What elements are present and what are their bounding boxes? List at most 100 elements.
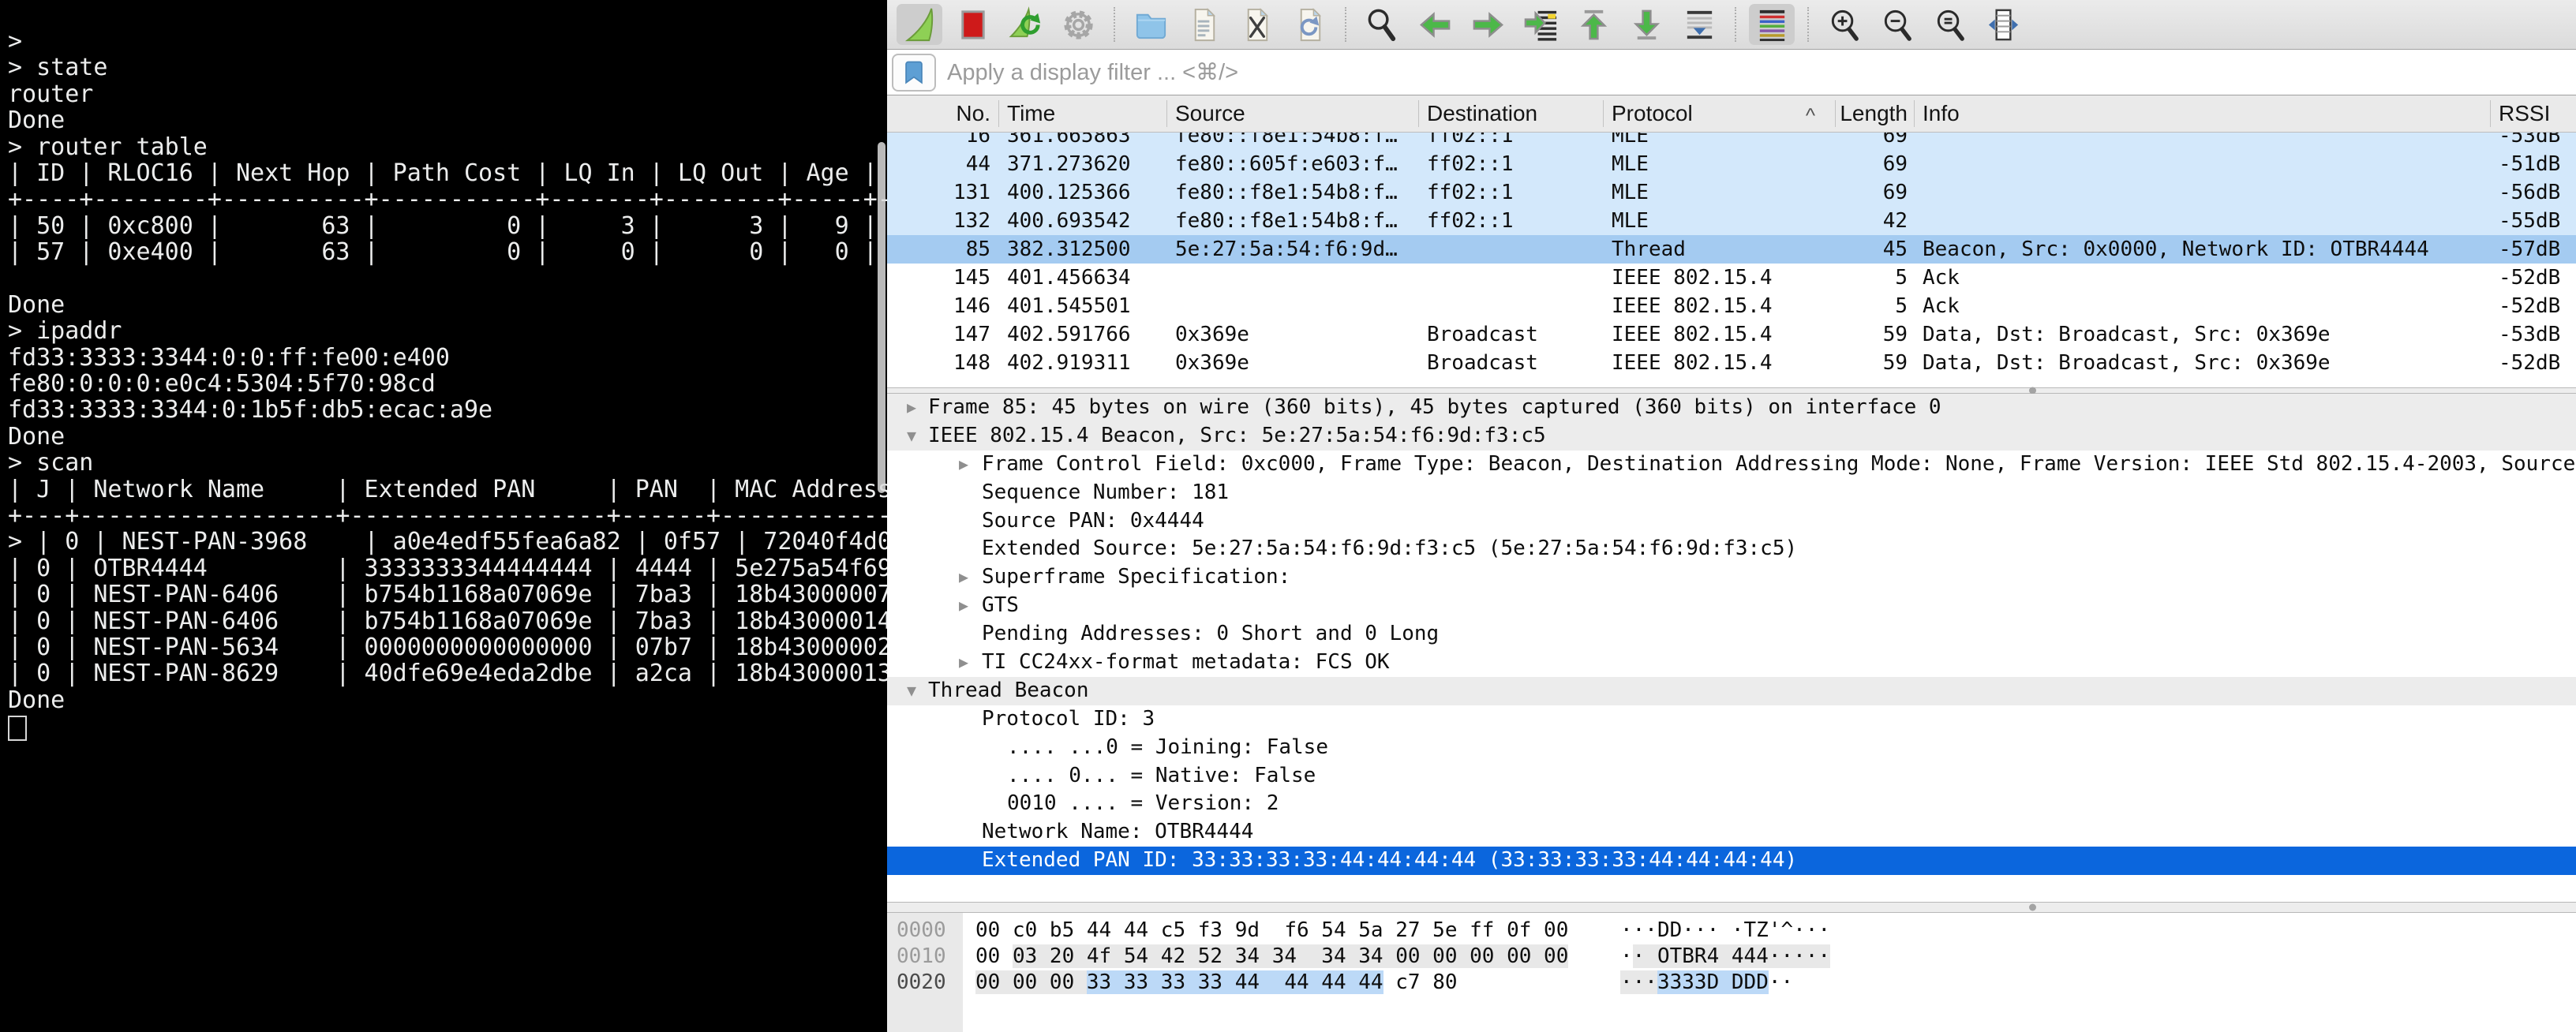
hex-offset: 0000 <box>897 918 946 944</box>
column-header-time[interactable]: Time <box>998 95 1166 132</box>
detail-text: Protocol ID: 3 <box>982 705 1155 734</box>
packet-cell-proto: MLE <box>1603 150 1835 178</box>
open-file-icon[interactable] <box>1128 4 1174 45</box>
packet-row[interactable]: 145401.456634IEEE 802.15.45Ack-52dB <box>887 264 2576 292</box>
chevron-right-icon[interactable]: ▶ <box>950 451 977 479</box>
hex-row[interactable]: 002000 00 00 33 33 33 33 44 44 44 44 c7 … <box>887 970 2576 996</box>
restart-capture-icon[interactable] <box>1002 4 1048 45</box>
column-divider[interactable] <box>1166 100 1167 127</box>
column-header-destination[interactable]: Destination <box>1418 95 1603 132</box>
zoom-out-icon[interactable] <box>1874 4 1920 45</box>
column-divider[interactable] <box>1835 100 1836 127</box>
hex-ascii: ···3333D DDD·· <box>1620 970 1793 996</box>
packet-row[interactable]: 132400.693542fe80::f8e1:54b8:f…ff02::1ML… <box>887 207 2576 235</box>
terminal-window[interactable]: >> staterouterDone> router table| ID | R… <box>0 0 887 1032</box>
column-divider[interactable] <box>998 100 999 127</box>
detail-row[interactable]: .... 0... = Native: False <box>887 762 2576 791</box>
toolbar-separator <box>1114 7 1115 42</box>
column-header-rssi[interactable]: RSSI <box>2490 95 2576 132</box>
wireshark-window: Apply a display filter ... <⌘/> No.TimeS… <box>887 0 2576 1032</box>
packet-row[interactable]: 44371.273620fe80::605f:e603:f…ff02::1MLE… <box>887 150 2576 178</box>
capture-options-icon[interactable] <box>1055 4 1101 45</box>
column-header-source[interactable]: Source <box>1166 95 1418 132</box>
detail-row[interactable]: Pending Addresses: 0 Short and 0 Long <box>887 620 2576 649</box>
column-header-info[interactable]: Info <box>1914 95 2490 132</box>
terminal-line: Done <box>8 292 887 318</box>
detail-row[interactable]: .... ...0 = Joining: False <box>887 734 2576 762</box>
detail-row[interactable]: ▼IEEE 802.15.4 Beacon, Src: 5e:27:5a:54:… <box>887 422 2576 451</box>
terminal-line: fd33:3333:3344:0:0:ff:fe00:e400 <box>8 345 887 371</box>
splitter-list-details[interactable] <box>887 387 2576 394</box>
detail-text: Extended PAN ID: 33:33:33:33:44:44:44:44… <box>982 847 1797 875</box>
hex-dump-pane[interactable]: 0000 00 c0 b5 44 44 c5 f3 9d f6 54 5a 27 … <box>887 913 2576 1032</box>
packet-cell-info: Ack <box>1914 264 2490 292</box>
chevron-down-icon[interactable]: ▼ <box>898 422 925 451</box>
next-packet-icon[interactable] <box>1465 4 1511 45</box>
chevron-right-icon[interactable]: ▶ <box>950 563 977 592</box>
stop-capture-icon[interactable] <box>949 4 995 45</box>
detail-row[interactable]: ▶TI CC24xx-format metadata: FCS OK <box>887 649 2576 677</box>
packet-row[interactable]: 148402.9193110x369eBroadcastIEEE 802.15.… <box>887 349 2576 377</box>
toolbar-separator <box>1807 7 1809 42</box>
detail-row[interactable]: ▶GTS <box>887 592 2576 620</box>
hex-ascii-segment: ··· <box>1620 970 1657 994</box>
splitter-grip[interactable] <box>2029 904 2036 911</box>
packet-row[interactable]: 147402.5917660x369eBroadcastIEEE 802.15.… <box>887 320 2576 349</box>
chevron-down-icon[interactable]: ▼ <box>898 677 925 705</box>
previous-packet-icon[interactable] <box>1412 4 1458 45</box>
column-divider[interactable] <box>1914 100 1915 127</box>
terminal-scrollbar[interactable] <box>878 142 886 493</box>
packet-cell-proto: IEEE 802.15.4 <box>1603 320 1835 349</box>
chevron-right-icon[interactable]: ▶ <box>950 649 977 677</box>
column-divider[interactable] <box>2490 100 2491 127</box>
save-file-icon[interactable] <box>1181 4 1226 45</box>
packet-cell-rssi: -52dB <box>2490 292 2576 320</box>
packet-row[interactable]: 16361.665863fe80::f8e1:54b8:f…ff02::1MLE… <box>887 133 2576 150</box>
resize-columns-icon[interactable] <box>1980 4 2026 45</box>
start-capture-icon[interactable] <box>897 4 942 45</box>
detail-row[interactable]: Sequence Number: 181 <box>887 479 2576 507</box>
detail-row[interactable]: 0010 .... = Version: 2 <box>887 790 2576 818</box>
hex-row[interactable]: 001000 03 20 4f 54 42 52 34 34 34 34 00 … <box>887 944 2576 970</box>
column-divider[interactable] <box>1418 100 1419 127</box>
packet-cell-len: 59 <box>1835 320 1914 349</box>
zoom-100-icon[interactable] <box>1927 4 1973 45</box>
detail-row[interactable]: ▼Thread Beacon <box>887 677 2576 705</box>
colorize-icon[interactable] <box>1749 4 1795 45</box>
filter-bookmark-button[interactable] <box>892 54 936 92</box>
packet-row[interactable]: 131400.125366fe80::f8e1:54b8:f…ff02::1ML… <box>887 178 2576 207</box>
hex-offset: 0020 <box>897 970 946 996</box>
close-file-icon[interactable] <box>1234 4 1279 45</box>
auto-scroll-icon[interactable] <box>1676 4 1722 45</box>
packet-cell-len: 42 <box>1835 207 1914 235</box>
detail-row[interactable]: Extended Source: 5e:27:5a:54:f6:9d:f3:c5… <box>887 535 2576 563</box>
detail-row[interactable]: ▶Frame 85: 45 bytes on wire (360 bits), … <box>887 394 2576 422</box>
zoom-in-icon[interactable] <box>1822 4 1867 45</box>
packet-row[interactable]: 85382.3125005e:27:5a:54:f6:9d…Thread45Be… <box>887 235 2576 264</box>
find-packet-icon[interactable] <box>1359 4 1405 45</box>
column-header-no[interactable]: No. <box>887 95 998 132</box>
detail-row[interactable]: ▶Superframe Specification: <box>887 563 2576 592</box>
packet-row[interactable]: 146401.545501IEEE 802.15.45Ack-52dB <box>887 292 2576 320</box>
display-filter-input[interactable]: Apply a display filter ... <⌘/> <box>947 58 1238 86</box>
goto-packet-icon[interactable] <box>1518 4 1563 45</box>
detail-row[interactable]: Network Name: OTBR4444 <box>887 818 2576 847</box>
hex-bytes: 00 c0 b5 44 44 c5 f3 9d f6 54 5a 27 5e f… <box>975 918 1568 944</box>
chevron-right-icon[interactable]: ▶ <box>950 592 977 620</box>
hex-ascii-segment: · <box>1620 944 1633 968</box>
packet-cell-source: fe80::605f:e603:f… <box>1166 150 1418 178</box>
first-packet-icon[interactable] <box>1571 4 1616 45</box>
hex-row[interactable]: 0000 00 c0 b5 44 44 c5 f3 9d f6 54 5a 27 … <box>887 918 2576 944</box>
reload-file-icon[interactable] <box>1286 4 1332 45</box>
splitter-details-hex[interactable] <box>887 902 2576 913</box>
chevron-right-icon[interactable]: ▶ <box>898 394 925 422</box>
detail-row[interactable]: Protocol ID: 3 <box>887 705 2576 734</box>
detail-row[interactable]: ▶Frame Control Field: 0xc000, Frame Type… <box>887 451 2576 479</box>
detail-row[interactable]: Source PAN: 0x4444 <box>887 507 2576 536</box>
column-divider[interactable] <box>1603 100 1604 127</box>
packet-cell-time: 371.273620 <box>998 150 1166 178</box>
detail-row[interactable]: Extended PAN ID: 33:33:33:33:44:44:44:44… <box>887 847 2576 875</box>
last-packet-icon[interactable] <box>1623 4 1669 45</box>
detail-text: IEEE 802.15.4 Beacon, Src: 5e:27:5a:54:f… <box>928 422 1546 451</box>
column-header-length[interactable]: Length <box>1835 95 1914 132</box>
